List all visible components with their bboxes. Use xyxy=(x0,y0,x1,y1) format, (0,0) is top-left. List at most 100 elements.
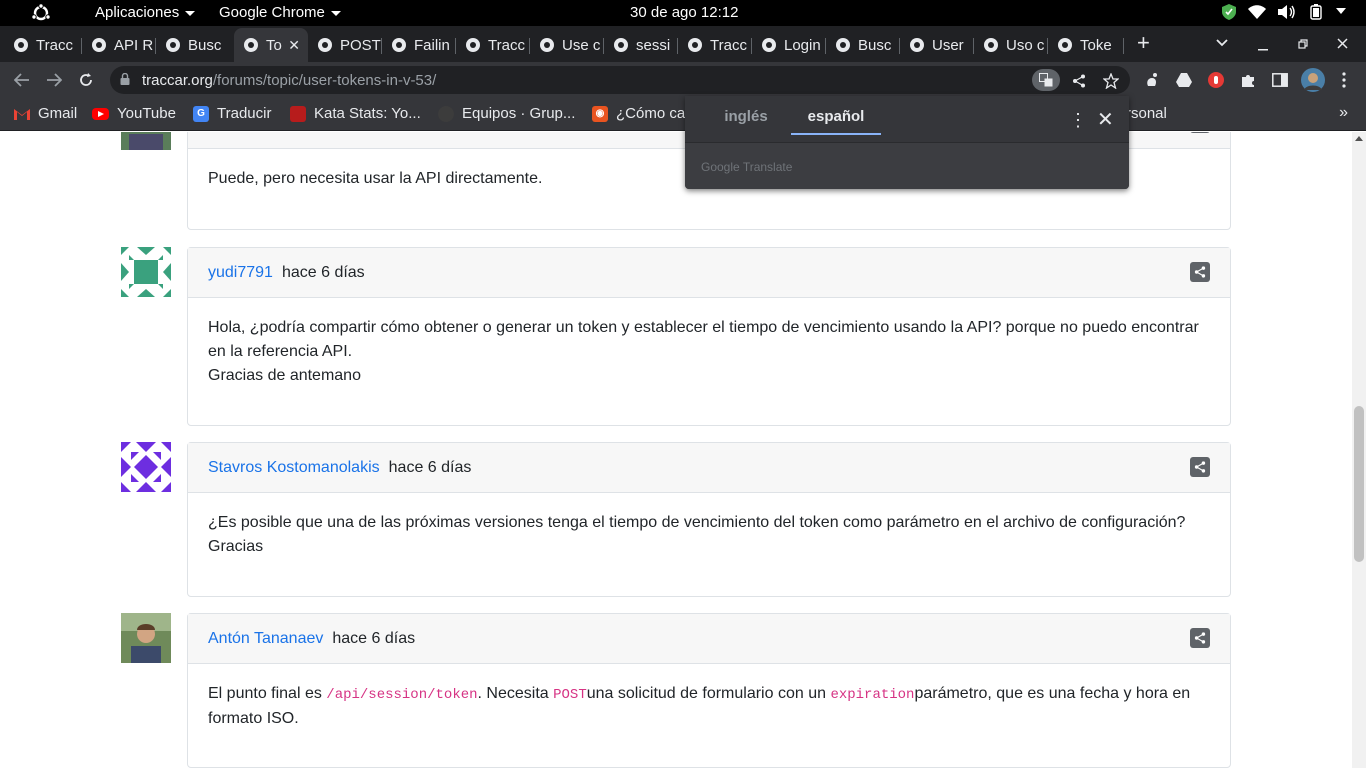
bookmark-youtube[interactable]: YouTube xyxy=(92,105,176,122)
bookmark-star-icon[interactable] xyxy=(1102,72,1120,90)
translate-icon[interactable] xyxy=(1032,69,1060,91)
reload-icon[interactable] xyxy=(74,68,98,92)
traccar-favicon-icon xyxy=(984,38,998,52)
volume-icon[interactable] xyxy=(1278,5,1296,19)
profile-avatar[interactable] xyxy=(1301,68,1325,92)
tab-label: Busc xyxy=(188,36,222,54)
url-bar[interactable]: traccar.org/forums/topic/user-tokens-in-… xyxy=(110,66,1130,94)
tab-label: Use c xyxy=(562,36,601,54)
share-icon[interactable] xyxy=(1070,72,1088,90)
minimize-icon[interactable] xyxy=(1258,38,1268,54)
tab-label: API R xyxy=(114,36,154,54)
share-icon[interactable] xyxy=(1190,457,1210,477)
bookmark-label: Gmail xyxy=(38,105,78,122)
scroll-up-arrow-icon[interactable] xyxy=(1355,136,1363,141)
tab[interactable]: Tracc xyxy=(456,30,530,60)
tab[interactable]: Busc xyxy=(826,30,900,60)
avatar[interactable] xyxy=(121,442,171,492)
avatar[interactable] xyxy=(121,132,171,150)
tab[interactable]: sessi xyxy=(604,30,678,60)
bookmark-label: Traducir xyxy=(217,105,272,122)
side-panel-icon[interactable] xyxy=(1270,70,1290,90)
bookmark-equipos[interactable]: Equipos · Grup... xyxy=(438,105,575,122)
lock-icon[interactable] xyxy=(120,73,130,85)
tab[interactable]: User xyxy=(900,30,974,60)
tab[interactable]: Busc xyxy=(156,30,234,60)
github-icon xyxy=(438,105,454,122)
more-options-icon[interactable] xyxy=(1334,70,1354,90)
tab[interactable]: API R xyxy=(82,30,156,60)
tab[interactable]: Tracc xyxy=(4,30,82,60)
extension-red-icon[interactable] xyxy=(1206,70,1226,90)
forum-page: Puede, pero necesita usar la API directa… xyxy=(0,132,1352,768)
extension-gnome-icon[interactable] xyxy=(1142,70,1162,90)
traccar-favicon-icon xyxy=(688,38,702,52)
translate-close-icon[interactable]: ✕ xyxy=(1097,107,1114,132)
tab-label: Toke xyxy=(1080,36,1112,54)
post-author-link[interactable]: Stavros Kostomanolakis xyxy=(208,459,380,477)
page-scrollbar[interactable] xyxy=(1352,132,1366,768)
system-tray[interactable] xyxy=(1222,4,1346,20)
post-author-link[interactable]: yudi7791 xyxy=(208,264,273,282)
app-menu[interactable]: Google Chrome xyxy=(219,4,341,21)
tab-source-language[interactable]: inglés xyxy=(701,108,791,135)
bookmark-kata-stats[interactable]: Kata Stats: Yo... xyxy=(290,105,421,122)
bookmark-label: rsonal xyxy=(1126,105,1167,122)
shield-icon[interactable] xyxy=(1222,4,1236,20)
bookmark-traducir[interactable]: G Traducir xyxy=(193,105,271,122)
url-text[interactable]: traccar.org/forums/topic/user-tokens-in-… xyxy=(142,72,436,89)
new-tab-plus-icon[interactable]: + xyxy=(1137,30,1150,56)
clock[interactable]: 30 de ago 12:12 xyxy=(630,4,738,21)
forum-post: Stavros Kostomanolakis hace 6 días ¿Es p… xyxy=(187,442,1231,597)
bookmark-personal[interactable]: rsonal xyxy=(1126,105,1167,122)
kata-icon xyxy=(290,105,306,122)
bookmark-gmail[interactable]: Gmail xyxy=(14,105,77,122)
forward-arrow-icon[interactable] xyxy=(42,68,66,92)
traccar-favicon-icon xyxy=(392,38,406,52)
tab-search-chevron-icon[interactable] xyxy=(1216,34,1228,50)
window-close-icon[interactable] xyxy=(1337,36,1348,52)
tab-label: To xyxy=(266,36,282,54)
system-menu-chevron-icon[interactable] xyxy=(1336,8,1346,16)
ubuntu-logo-icon[interactable] xyxy=(31,4,51,22)
avatar[interactable] xyxy=(121,247,171,297)
share-icon[interactable] xyxy=(1190,132,1210,133)
translate-options-icon[interactable]: ⋮ xyxy=(1069,110,1087,131)
scrollbar-thumb[interactable] xyxy=(1354,406,1364,562)
back-arrow-icon[interactable] xyxy=(10,68,34,92)
text-segment: una solicitud de formulario con un xyxy=(586,685,831,702)
share-icon[interactable] xyxy=(1190,262,1210,282)
traccar-favicon-icon xyxy=(614,38,628,52)
tab-active[interactable]: To ✕ xyxy=(234,28,308,62)
tab-label: Tracc xyxy=(488,36,525,54)
system-top-bar: Aplicaciones Google Chrome 30 de ago 12:… xyxy=(0,0,1366,26)
post-author-link[interactable]: Antón Tananaev xyxy=(208,630,323,648)
tab[interactable]: Use c xyxy=(530,30,604,60)
browser-toolbar: traccar.org/forums/topic/user-tokens-in-… xyxy=(0,62,1366,98)
bookmark-como-car[interactable]: ◉ ¿Cómo car xyxy=(592,105,690,122)
tab[interactable]: Uso c xyxy=(974,30,1048,60)
avatar[interactable] xyxy=(121,613,171,663)
tab[interactable]: Login xyxy=(752,30,826,60)
tab[interactable]: Tracc xyxy=(678,30,752,60)
gmail-icon xyxy=(14,106,30,122)
tab-label: Tracc xyxy=(36,36,73,54)
tab[interactable]: Failin xyxy=(382,30,456,60)
extension-drive-icon[interactable] xyxy=(1174,70,1194,90)
post-text: ¿Es posible que una de las próximas vers… xyxy=(208,514,1186,531)
wifi-icon[interactable] xyxy=(1248,5,1266,19)
tab[interactable]: POST xyxy=(308,30,382,60)
applications-menu[interactable]: Aplicaciones xyxy=(95,4,196,21)
extensions-puzzle-icon[interactable] xyxy=(1238,70,1258,90)
tab-label: Failin xyxy=(414,36,450,54)
share-icon[interactable] xyxy=(1190,628,1210,648)
close-icon[interactable]: ✕ xyxy=(288,37,300,54)
google-translate-brand: Google Translate xyxy=(701,160,793,174)
post-text: Gracias xyxy=(208,538,264,555)
tab-target-language[interactable]: español xyxy=(791,108,881,135)
battery-icon[interactable] xyxy=(1308,4,1324,20)
tab[interactable]: Toke xyxy=(1048,30,1124,60)
tab-label: Login xyxy=(784,36,821,54)
restore-icon[interactable] xyxy=(1298,36,1308,52)
bookmarks-overflow-chevron-icon[interactable]: » xyxy=(1339,104,1348,122)
